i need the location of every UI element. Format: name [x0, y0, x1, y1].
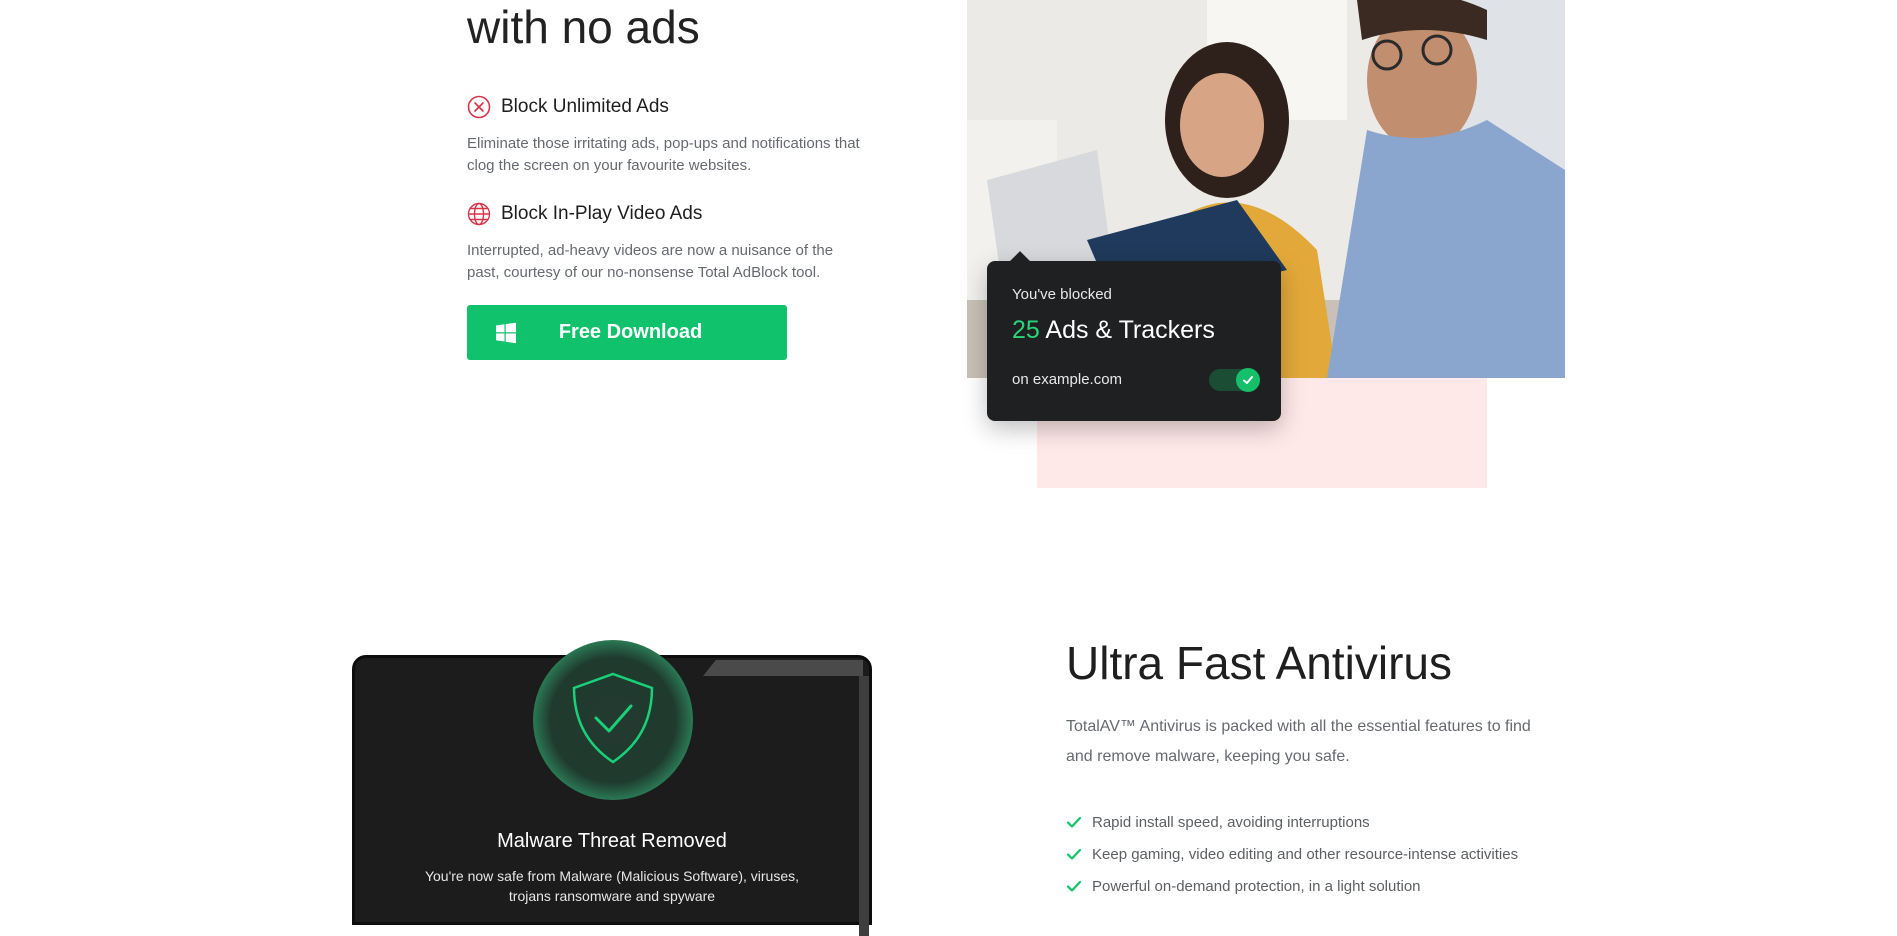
check-icon — [1066, 846, 1082, 862]
blocked-count-line: 25 Ads & Trackers — [1012, 316, 1215, 345]
list-item: Keep gaming, video editing and other res… — [1066, 838, 1518, 870]
check-icon — [1236, 368, 1260, 392]
list-item-text: Rapid install speed, avoiding interrupti… — [1092, 813, 1370, 831]
blocked-count-suffix: Ads & Trackers — [1045, 316, 1215, 344]
block-circle-x-icon — [467, 95, 491, 119]
check-icon — [1066, 878, 1082, 894]
feature-title: Block Unlimited Ads — [501, 96, 669, 117]
feature-title: Block In-Play Video Ads — [501, 203, 703, 224]
free-download-button[interactable]: Free Download — [467, 305, 787, 360]
check-icon — [1066, 814, 1082, 830]
adblock-headline: with no ads — [467, 1, 700, 53]
blocked-count: 25 — [1012, 316, 1040, 344]
shield-check-icon — [568, 670, 658, 771]
list-item: Powerful on-demand protection, in a ligh… — [1066, 870, 1518, 902]
antivirus-feature-list: Rapid install speed, avoiding interrupti… — [1066, 806, 1518, 902]
antivirus-title: Ultra Fast Antivirus — [1066, 637, 1452, 689]
feature-description: Interrupted, ad-heavy videos are now a n… — [467, 242, 834, 281]
antivirus-description: TotalAV™ Antivirus is packed with all th… — [1066, 718, 1531, 765]
threat-title: Malware Threat Removed — [497, 830, 727, 852]
screen-glare — [703, 660, 863, 676]
download-label: Free Download — [558, 321, 703, 343]
feature-description: Eliminate those irritating ads, pop-ups … — [467, 135, 860, 174]
adblock-toggle[interactable] — [1209, 368, 1260, 392]
windows-icon — [494, 321, 518, 345]
blocked-label: You've blocked — [1012, 286, 1112, 303]
screen-bezel — [859, 676, 869, 936]
globe-icon — [467, 202, 491, 226]
blocked-ads-popup: You've blocked 25 Ads & Trackers on exam… — [987, 251, 1281, 421]
threat-description: You're now safe from Malware (Malicious … — [424, 868, 800, 904]
list-item: Rapid install speed, avoiding interrupti… — [1066, 806, 1518, 838]
feature-block-unlimited-ads: Block Unlimited Ads Eliminate those irri… — [467, 95, 862, 177]
domain-label: on example.com — [1012, 371, 1123, 388]
shield-badge — [533, 640, 693, 800]
feature-block-video-ads: Block In-Play Video Ads Interrupted, ad-… — [467, 202, 862, 284]
list-item-text: Powerful on-demand protection, in a ligh… — [1092, 877, 1421, 895]
list-item-text: Keep gaming, video editing and other res… — [1092, 845, 1519, 863]
